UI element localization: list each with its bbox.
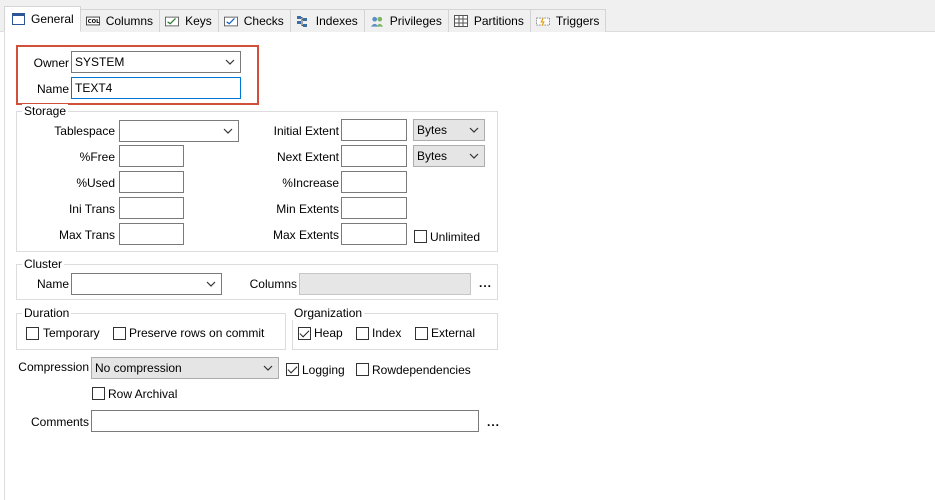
max-extents-input[interactable] (341, 223, 407, 245)
initial-extent-label: Initial Extent (273, 124, 339, 138)
indexes-icon (296, 15, 310, 27)
tablespace-label: Tablespace (54, 124, 115, 138)
name-label: Name (36, 82, 69, 96)
comments-browse-button[interactable]: ... (487, 415, 500, 429)
increase-input[interactable] (341, 171, 407, 193)
chevron-down-icon (469, 127, 479, 133)
chevron-down-icon (225, 59, 235, 65)
name-input[interactable]: TEXT4 (71, 77, 241, 99)
external-checkbox[interactable] (415, 327, 428, 340)
preserve-rows-checkbox[interactable] (113, 327, 126, 340)
tabs: General COL Columns Keys Checks Indexes (4, 6, 607, 32)
duration-title: Duration (22, 306, 72, 320)
max-trans-input[interactable] (119, 223, 184, 245)
tab-partitions[interactable]: Partitions (448, 9, 531, 32)
tab-label: Checks (243, 14, 284, 28)
min-extents-label: Min Extents (276, 202, 339, 216)
tab-label: Privileges (389, 14, 442, 28)
chevron-down-icon (263, 365, 273, 371)
chevron-down-icon (223, 128, 233, 134)
owner-value: SYSTEM (75, 55, 125, 69)
temporary-label: Temporary (43, 326, 100, 340)
svg-text:COL: COL (87, 19, 99, 25)
tab-columns[interactable]: COL Columns (80, 9, 161, 32)
comments-input[interactable] (91, 410, 479, 432)
rowdependencies-label: Rowdependencies (372, 363, 471, 377)
columns-icon: COL (85, 15, 100, 27)
next-extent-input[interactable] (341, 145, 407, 167)
tab-privileges[interactable]: Privileges (364, 9, 449, 32)
min-extents-input[interactable] (341, 197, 407, 219)
preserve-rows-label: Preserve rows on commit (129, 326, 265, 340)
max-extents-label: Max Extents (272, 228, 339, 242)
heap-label: Heap (314, 326, 343, 340)
ini-trans-label: Ini Trans (68, 202, 115, 216)
index-label: Index (372, 326, 402, 340)
storage-title: Storage (22, 104, 69, 118)
initial-extent-input[interactable] (341, 119, 407, 141)
tab-label: Partitions (473, 14, 524, 28)
cluster-columns-label: Columns (249, 277, 297, 291)
grid-icon (453, 15, 468, 27)
name-value: TEXT4 (75, 81, 113, 95)
cluster-name-select[interactable] (71, 273, 222, 295)
row-archival-checkbox[interactable] (92, 387, 105, 400)
panel-border (4, 32, 5, 500)
chevron-down-icon (206, 281, 216, 287)
tab-label: Keys (185, 14, 212, 28)
cluster-columns-browse-button[interactable]: ... (479, 276, 492, 290)
free-label: %Free (79, 150, 115, 164)
compression-label: Compression (18, 360, 89, 374)
used-label: %Used (76, 176, 115, 190)
tab-label: General (31, 12, 74, 26)
max-trans-label: Max Trans (58, 228, 115, 242)
unlimited-label: Unlimited (430, 230, 481, 244)
owner-select[interactable]: SYSTEM (71, 51, 241, 73)
compression-value: No compression (95, 361, 182, 375)
cluster-columns-input (299, 273, 471, 295)
cluster-name-label: Name (36, 277, 69, 291)
tab-strip: General COL Columns Keys Checks Indexes (0, 0, 935, 32)
cluster-title: Cluster (22, 257, 65, 271)
tab-triggers[interactable]: Triggers (530, 9, 607, 32)
triggers-icon (535, 15, 550, 27)
tab-label: Indexes (315, 14, 358, 28)
organization-title: Organization (292, 306, 365, 320)
ini-trans-input[interactable] (119, 197, 184, 219)
heap-checkbox[interactable] (298, 327, 311, 340)
initial-extent-unit-value: Bytes (417, 123, 448, 137)
tab-label: Columns (105, 14, 154, 28)
chevron-down-icon (469, 153, 479, 159)
increase-label: %Increase (282, 176, 339, 190)
next-extent-unit-value: Bytes (417, 149, 448, 163)
free-input[interactable] (119, 145, 184, 167)
tab-keys[interactable]: Keys (160, 9, 219, 32)
window-icon (11, 13, 25, 25)
rowdependencies-checkbox[interactable] (356, 363, 369, 376)
logging-label: Logging (302, 363, 345, 377)
tab-general[interactable]: General (4, 6, 81, 32)
tablespace-select[interactable] (119, 120, 239, 142)
comments-label: Comments (30, 415, 89, 429)
users-icon (370, 15, 384, 27)
logging-checkbox[interactable] (286, 363, 299, 376)
owner-label: Owner (33, 56, 69, 70)
tab-label: Triggers (555, 14, 600, 28)
next-extent-unit-select[interactable]: Bytes (413, 145, 485, 167)
keys-icon (165, 15, 180, 27)
unlimited-checkbox[interactable] (414, 230, 427, 243)
tab-indexes[interactable]: Indexes (290, 9, 365, 32)
used-input[interactable] (119, 171, 184, 193)
external-label: External (431, 326, 476, 340)
row-archival-label: Row Archival (108, 387, 178, 401)
next-extent-label: Next Extent (276, 150, 339, 164)
compression-select[interactable]: No compression (91, 357, 279, 379)
temporary-checkbox[interactable] (26, 327, 39, 340)
index-checkbox[interactable] (356, 327, 369, 340)
checks-icon (223, 15, 238, 27)
initial-extent-unit-select[interactable]: Bytes (413, 119, 485, 141)
tab-checks[interactable]: Checks (218, 9, 291, 32)
